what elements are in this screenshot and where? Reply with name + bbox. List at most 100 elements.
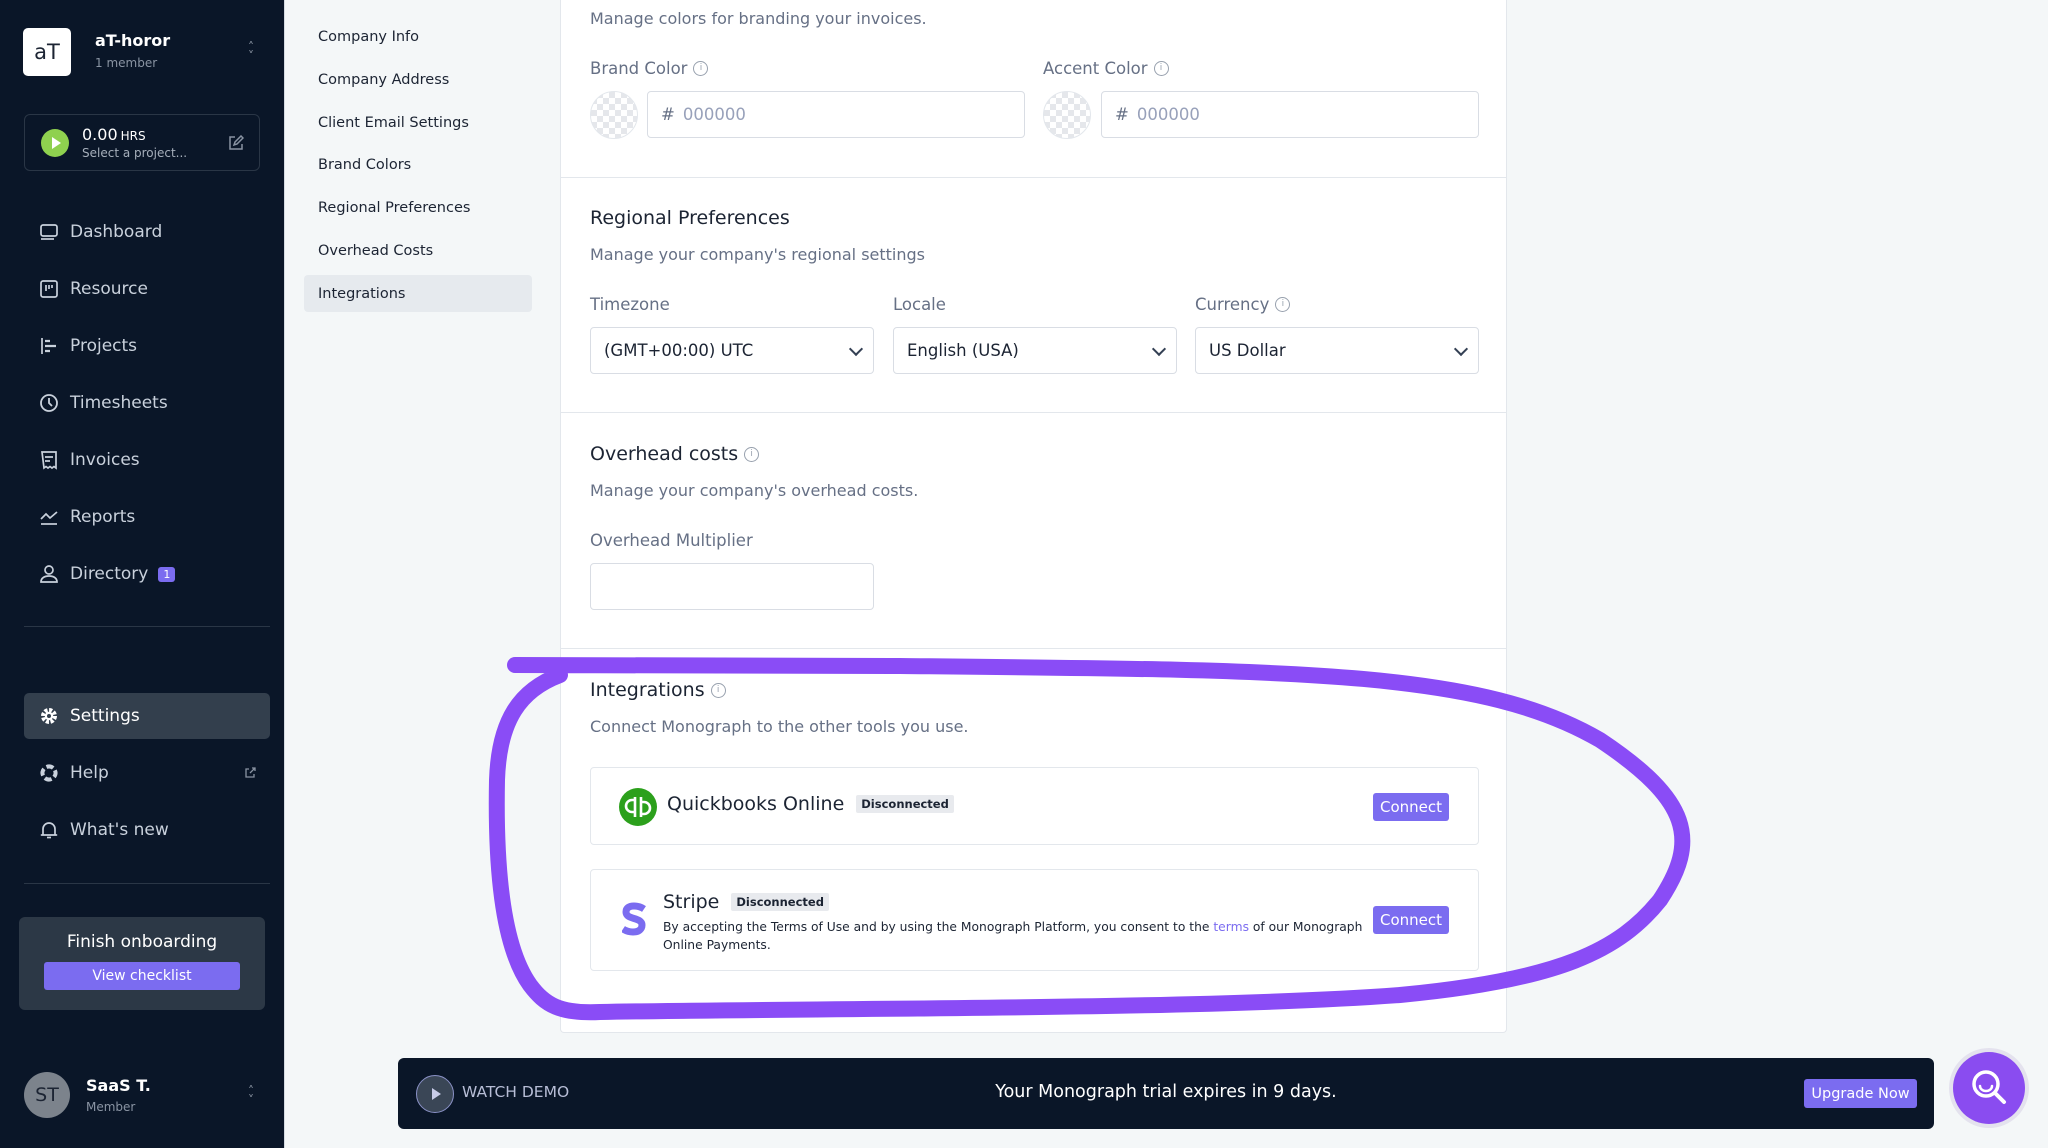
info-icon[interactable]: i: [710, 682, 726, 698]
currency-select[interactable]: US Dollar: [1195, 327, 1479, 374]
overhead-multiplier-label: Overhead Multiplier: [590, 531, 753, 550]
edit-icon[interactable]: [228, 135, 244, 151]
timer-hours-unit: HRS: [120, 129, 146, 143]
currency-value: US Dollar: [1209, 341, 1286, 360]
sidebar: aT aT-horor 1 member ˄ ˅ 0.00 HRS Select a…: [0, 0, 284, 1148]
chart-line-icon: [38, 506, 60, 528]
terms-text-before: By accepting the Terms of Use and by usi…: [663, 920, 1214, 934]
sidebar-divider: [24, 626, 270, 627]
nav-item-timesheets[interactable]: Timesheets: [24, 380, 270, 426]
upgrade-now-button[interactable]: Upgrade Now: [1804, 1079, 1917, 1108]
info-icon[interactable]: i: [693, 61, 709, 76]
quickbooks-logo-icon: [619, 788, 657, 826]
locale-select[interactable]: English (USA): [893, 327, 1177, 374]
overhead-costs-title-text: Overhead costs: [590, 443, 739, 465]
section-divider: [561, 177, 1506, 178]
quickbooks-title-row: Quickbooks Online Disconnected: [667, 793, 954, 815]
search-icon: [1972, 1070, 2006, 1104]
subnav-item-overhead-costs[interactable]: Overhead Costs: [304, 232, 532, 269]
avatar[interactable]: ST: [24, 1072, 70, 1118]
receipt-icon: [38, 449, 60, 471]
subnav-item-company-info[interactable]: Company Info: [304, 18, 532, 55]
info-icon[interactable]: i: [744, 446, 760, 462]
subnav-item-regional-preferences[interactable]: Regional Preferences: [304, 189, 532, 226]
brand-color-swatch[interactable]: [590, 91, 638, 139]
user-menu-icon[interactable]: ˄ ˅: [245, 1085, 257, 1106]
timezone-value: (GMT+00:00) UTC: [604, 341, 754, 360]
chevron-down-icon: [848, 341, 864, 357]
accent-color-swatch[interactable]: [1043, 91, 1091, 139]
timezone-label: Timezone: [590, 295, 670, 314]
timer-hours: 0.00 HRS: [82, 125, 146, 144]
nav-item-whats-new[interactable]: What's new: [24, 807, 270, 853]
settings-subnav: Company Info Company Address Client Emai…: [284, 0, 560, 1148]
brand-colors-description: Manage colors for branding your invoices…: [590, 9, 927, 28]
overhead-multiplier-input[interactable]: [590, 563, 874, 610]
user-icon: [38, 563, 60, 585]
regional-preferences-description: Manage your company's regional settings: [590, 245, 926, 264]
accent-color-input[interactable]: #000000: [1101, 91, 1479, 138]
brand-color-input[interactable]: #000000: [647, 91, 1025, 138]
sidebar-divider: [24, 883, 270, 884]
chevron-down-icon: [1151, 341, 1167, 357]
workspace-switcher-icon[interactable]: ˄ ˅: [245, 41, 257, 62]
integrations-description: Connect Monograph to the other tools you…: [590, 717, 969, 736]
status-badge: Disconnected: [856, 795, 954, 813]
nav-item-settings[interactable]: Settings: [24, 693, 270, 739]
nav-item-invoices[interactable]: Invoices: [24, 437, 270, 483]
clock-icon: [38, 392, 60, 414]
regional-preferences-title: Regional Preferences: [590, 207, 790, 229]
nav-label: What's new: [70, 820, 169, 840]
quickbooks-connect-button[interactable]: Connect: [1373, 793, 1449, 821]
hash-prefix: #: [661, 105, 675, 124]
nav-label: Settings: [70, 706, 140, 726]
onboarding-card: Finish onboarding View checklist: [19, 917, 265, 1010]
user-role: Member: [86, 1100, 136, 1114]
trial-expiry-text: Your Monograph trial expires in 9 days.: [995, 1082, 1337, 1102]
workspace-logo[interactable]: aT: [23, 28, 71, 76]
section-divider: [561, 412, 1506, 413]
integrations-title: Integrations i: [590, 679, 726, 701]
subnav-item-company-address[interactable]: Company Address: [304, 61, 532, 98]
currency-label-text: Currency: [1195, 295, 1270, 314]
info-icon[interactable]: i: [1275, 297, 1291, 312]
timer-widget[interactable]: 0.00 HRS Select a project...: [24, 114, 260, 171]
nav-item-help[interactable]: Help: [24, 750, 270, 796]
nav-item-directory[interactable]: Directory 1: [24, 551, 270, 597]
nav-label: Resource: [70, 279, 148, 299]
nav-item-reports[interactable]: Reports: [24, 494, 270, 540]
nav-item-resource[interactable]: Resource: [24, 266, 270, 312]
workspace-member-count: 1 member: [95, 56, 158, 70]
user-name[interactable]: SaaS T.: [86, 1076, 151, 1095]
stripe-logo-icon: [622, 902, 646, 936]
section-divider: [561, 648, 1506, 649]
brand-color-label-text: Brand Color: [590, 59, 688, 78]
integration-card-quickbooks: Quickbooks Online Disconnected Connect: [590, 767, 1479, 845]
info-icon[interactable]: i: [1153, 61, 1169, 76]
stripe-title-row: Stripe Disconnected: [663, 891, 829, 913]
nav-item-dashboard[interactable]: Dashboard: [24, 209, 270, 255]
locale-label: Locale: [893, 295, 946, 314]
accent-color-label: Accent Color i: [1043, 59, 1169, 78]
board-icon: [38, 278, 60, 300]
trial-banner: WATCH DEMO Your Monograph trial expires …: [398, 1058, 1934, 1129]
timezone-select[interactable]: (GMT+00:00) UTC: [590, 327, 874, 374]
subnav-item-client-email-settings[interactable]: Client Email Settings: [304, 104, 532, 141]
view-checklist-button[interactable]: View checklist: [44, 962, 240, 990]
overhead-costs-description: Manage your company's overhead costs.: [590, 481, 919, 500]
timer-play-icon[interactable]: [41, 129, 69, 157]
nav-item-projects[interactable]: Projects: [24, 323, 270, 369]
help-search-button[interactable]: [1953, 1052, 2025, 1124]
integration-name: Stripe: [663, 891, 720, 913]
stripe-connect-button[interactable]: Connect: [1373, 906, 1449, 934]
workspace-name[interactable]: aT-horor: [95, 31, 170, 50]
stripe-terms-text: By accepting the Terms of Use and by usi…: [663, 918, 1363, 954]
chevron-down-icon: [1453, 341, 1469, 357]
nav-label: Invoices: [70, 450, 140, 470]
subnav-item-integrations[interactable]: Integrations: [304, 275, 532, 312]
nav-label: Reports: [70, 507, 136, 527]
hash-prefix: #: [1115, 105, 1129, 124]
timer-project-select[interactable]: Select a project...: [82, 146, 187, 160]
terms-link[interactable]: terms: [1213, 920, 1249, 934]
subnav-item-brand-colors[interactable]: Brand Colors: [304, 146, 532, 183]
